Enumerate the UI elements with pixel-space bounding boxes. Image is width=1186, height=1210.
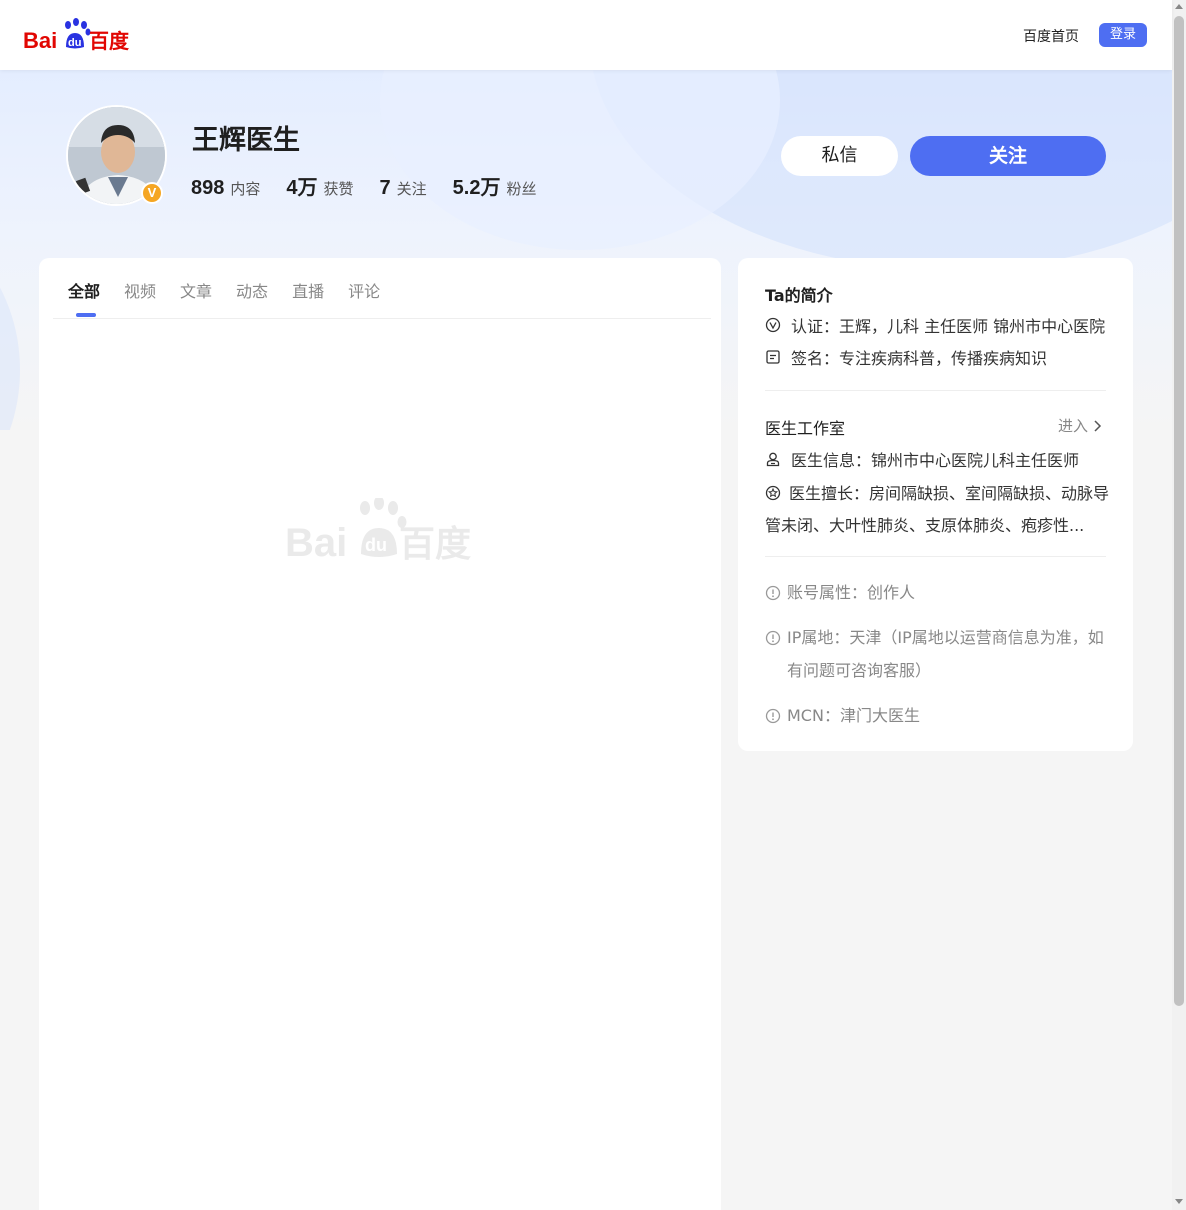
tab-dynamic[interactable]: 动态 xyxy=(236,278,268,302)
banner-decor-circle xyxy=(380,70,780,250)
logo-baidu-cn-text: 百度 xyxy=(89,29,130,53)
tab-all[interactable]: 全部 xyxy=(68,278,100,302)
ip-location-text: IP属地：天津（IP属地以运营商信息为准，如有问题可咨询客服） xyxy=(787,628,1104,680)
page-scrollbar[interactable] xyxy=(1172,0,1186,1210)
stat-following[interactable]: 7 关注 xyxy=(380,177,427,200)
profile-stats: 898 内容 4万 获赞 7 关注 5.2万 粉丝 xyxy=(191,171,563,200)
stat-number: 5.2万 xyxy=(452,177,501,199)
content-tabs: 全部 视频 文章 动态 直播 评论 xyxy=(68,278,404,302)
baidu-loading-watermark: Bai du 百度 xyxy=(285,498,471,565)
profile-name: 王辉医生 xyxy=(192,125,300,156)
star-circle-icon xyxy=(765,485,781,501)
logo-du-text: du xyxy=(68,37,81,49)
ip-location-row: IP属地：天津（IP属地以运营商信息为准，如有问题可咨询客服） xyxy=(765,621,1110,687)
verified-badge-icon: V xyxy=(141,182,163,204)
stat-likes: 4万 获赞 xyxy=(286,171,353,200)
stat-number: 4万 xyxy=(286,177,318,199)
stat-label: 粉丝 xyxy=(506,180,537,198)
intro-panel: Ta的简介 认证：王辉，儿科 主任医师 锦州市中心医院 签名：专注疾病科普，传播… xyxy=(738,258,1133,751)
account-type-row: 账号属性：创作人 xyxy=(765,576,915,609)
content-panel: 全部 视频 文章 动态 直播 评论 Bai du 百度 xyxy=(39,258,721,1210)
stat-number: 7 xyxy=(379,177,391,199)
chevron-right-icon xyxy=(1094,419,1102,432)
follow-button[interactable]: 关注 xyxy=(910,136,1106,176)
banner-decor-circle xyxy=(0,210,20,430)
scrollbar-thumb[interactable] xyxy=(1174,16,1184,1006)
info-exclamation-icon xyxy=(765,585,781,601)
baidu-logo[interactable]: Bai du 百度 xyxy=(23,17,133,53)
doctor-studio-title: 医生工作室 xyxy=(765,419,846,438)
scroll-up-arrow-icon[interactable] xyxy=(1175,4,1183,9)
certification-text: 认证：王辉，儿科 主任医师 锦州市中心医院 xyxy=(791,317,1106,336)
doctor-skills-text: 医生擅长：房间隔缺损、室间隔缺损、动脉导管未闭、大叶性肺炎、支原体肺炎、疱疹性.… xyxy=(765,484,1110,535)
section-divider xyxy=(765,556,1106,557)
logo-bai-text: Bai xyxy=(23,28,57,53)
baidu-home-link[interactable]: 百度首页 xyxy=(1023,26,1079,46)
mcn-text: MCN：津门大医生 xyxy=(787,706,920,725)
tabs-divider xyxy=(53,318,711,319)
tab-comment[interactable]: 评论 xyxy=(348,278,380,302)
tab-video[interactable]: 视频 xyxy=(124,278,156,302)
section-divider xyxy=(765,390,1106,391)
signature-row: 签名：专注疾病科普，传播疾病知识 xyxy=(765,345,1047,369)
watermark-bai-text: Bai xyxy=(285,521,347,565)
doctor-person-icon xyxy=(766,452,780,467)
stat-label: 内容 xyxy=(230,180,261,198)
mcn-row: MCN：津门大医生 xyxy=(765,699,920,732)
stat-label: 获赞 xyxy=(323,180,354,198)
intro-title: Ta的简介 xyxy=(765,286,833,305)
private-message-button[interactable]: 私信 xyxy=(781,136,898,176)
doctor-info-row: 医生信息：锦州市中心医院儿科主任医师 xyxy=(765,447,1079,471)
login-button[interactable]: 登录 xyxy=(1099,23,1147,47)
watermark-du-text: du xyxy=(365,535,387,555)
stat-content[interactable]: 898 内容 xyxy=(191,177,260,200)
stat-fans[interactable]: 5.2万 粉丝 xyxy=(453,171,537,200)
info-exclamation-icon xyxy=(765,708,781,724)
account-type-text: 账号属性：创作人 xyxy=(787,583,916,602)
studio-enter-link[interactable]: 进入 xyxy=(1058,415,1102,436)
stat-number: 898 xyxy=(191,177,225,199)
top-nav-bar: Bai du 百度 百度首页 登录 xyxy=(0,0,1172,70)
info-exclamation-icon xyxy=(765,630,781,646)
doctor-info-text: 医生信息：锦州市中心医院儿科主任医师 xyxy=(791,451,1080,470)
tab-article[interactable]: 文章 xyxy=(180,278,212,302)
watermark-baidu-cn-text: 百度 xyxy=(399,524,471,565)
tab-live[interactable]: 直播 xyxy=(292,278,324,302)
certification-row: 认证：王辉，儿科 主任医师 锦州市中心医院 xyxy=(765,313,1105,337)
signature-text: 签名：专注疾病科普，传播疾病知识 xyxy=(791,349,1048,368)
signature-note-icon xyxy=(766,350,780,364)
stat-label: 关注 xyxy=(396,180,427,198)
doctor-skills-row: 医生擅长：房间隔缺损、室间隔缺损、动脉导管未闭、大叶性肺炎、支原体肺炎、疱疹性.… xyxy=(765,478,1110,542)
active-tab-indicator xyxy=(76,313,96,317)
studio-enter-label: 进入 xyxy=(1058,417,1089,435)
verified-circle-icon xyxy=(765,317,781,333)
scroll-down-arrow-icon[interactable] xyxy=(1175,1199,1183,1204)
